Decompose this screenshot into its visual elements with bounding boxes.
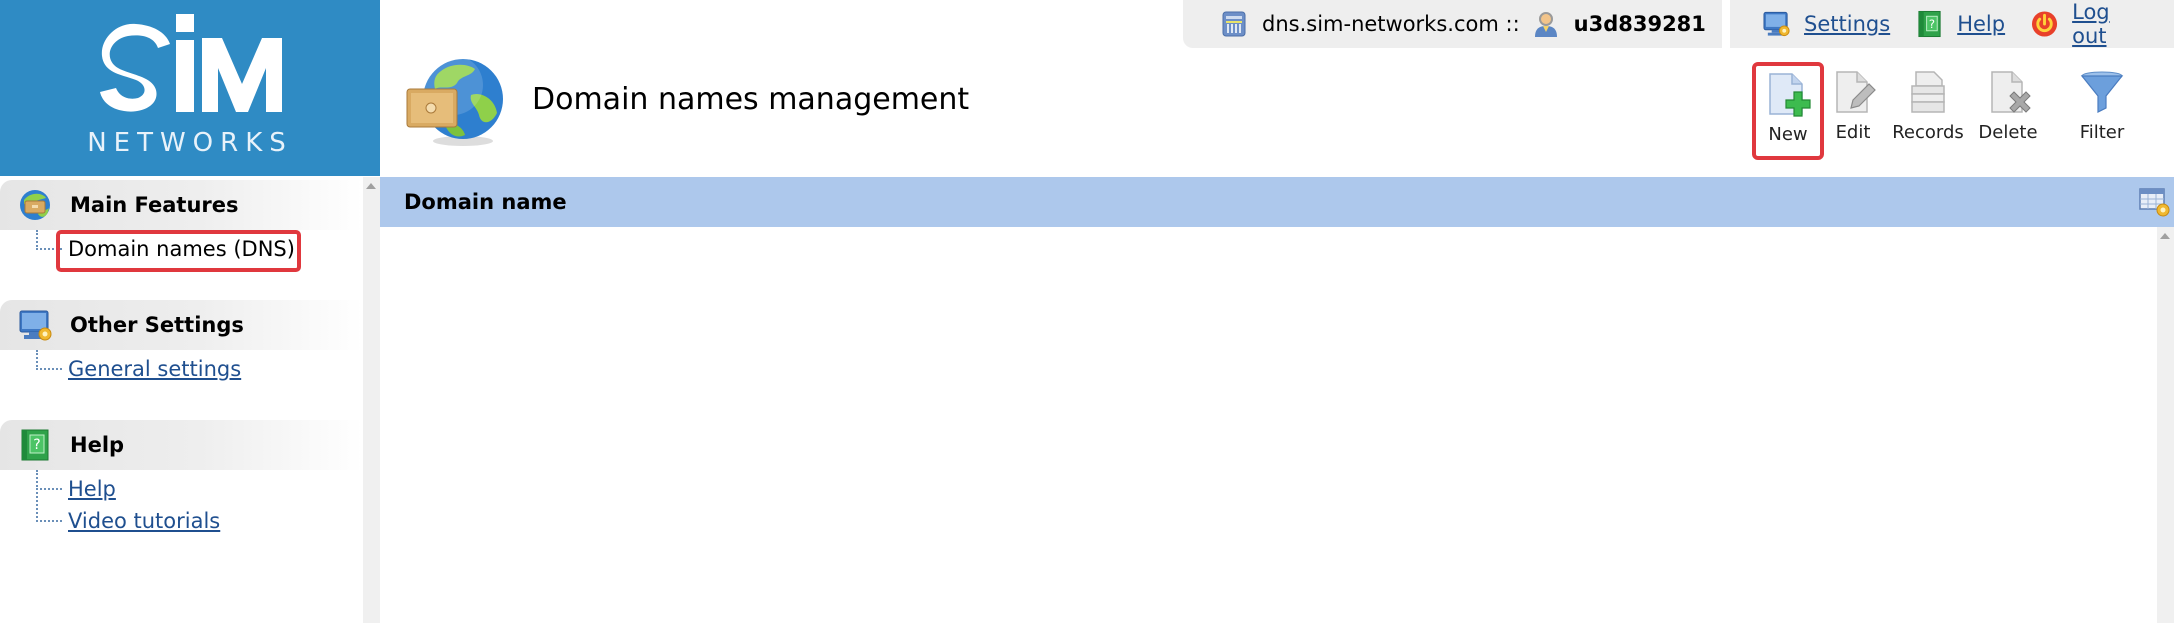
new-button[interactable]: New bbox=[1752, 62, 1824, 160]
username: u3d839281 bbox=[1573, 12, 1706, 36]
settings-link[interactable]: Settings bbox=[1804, 12, 1890, 36]
help-book-icon: ? bbox=[1918, 10, 1941, 38]
column-header-domain-name[interactable]: Domain name bbox=[404, 190, 567, 214]
monitor-settings-icon bbox=[19, 310, 52, 341]
scroll-up-arrow-icon[interactable] bbox=[366, 183, 376, 189]
section-title: Help bbox=[70, 433, 125, 457]
delete-document-icon bbox=[1991, 71, 2031, 113]
top-links-bar: Settings ? Help Log out bbox=[1730, 0, 2174, 48]
delete-button-label: Delete bbox=[1978, 122, 2038, 143]
records-button-label: Records bbox=[1892, 122, 1964, 143]
logout-link[interactable]: Log out bbox=[2072, 0, 2148, 48]
delete-button[interactable]: Delete bbox=[1972, 68, 2044, 160]
section-title: Other Settings bbox=[70, 313, 244, 337]
filter-funnel-icon bbox=[2080, 71, 2124, 113]
svg-text:?: ? bbox=[1929, 17, 1935, 31]
server-icon bbox=[1222, 11, 1246, 37]
scroll-up-arrow-icon[interactable] bbox=[2160, 233, 2170, 239]
user-icon bbox=[1534, 12, 1557, 37]
sidebar-item-label[interactable]: Help bbox=[68, 477, 116, 501]
server-name: dns.sim-networks.com :: bbox=[1262, 12, 1520, 36]
sim-logo-mark bbox=[100, 14, 282, 112]
edit-document-icon bbox=[1836, 71, 1876, 113]
edit-button-label: Edit bbox=[1835, 122, 1871, 143]
svg-text:?: ? bbox=[33, 437, 40, 453]
grid-body bbox=[380, 227, 2157, 623]
grid-settings-icon[interactable] bbox=[2138, 185, 2170, 217]
tree-connector bbox=[36, 488, 62, 522]
sidebar-scrollbar[interactable] bbox=[363, 177, 380, 623]
sidebar-section-main-features[interactable]: Main Features bbox=[0, 180, 363, 230]
monitor-settings-icon bbox=[1763, 11, 1790, 37]
globe-drawer-icon bbox=[20, 190, 50, 220]
grid-header: Domain name bbox=[380, 177, 2174, 227]
globe-drawer-icon bbox=[406, 55, 503, 146]
highlight-box bbox=[56, 230, 301, 272]
edit-button[interactable]: Edit bbox=[1817, 68, 1889, 160]
content-scrollbar[interactable] bbox=[2157, 227, 2174, 623]
sidebar-item-label[interactable]: Video tutorials bbox=[68, 509, 220, 533]
power-icon bbox=[2032, 11, 2058, 37]
section-title: Main Features bbox=[70, 193, 239, 217]
help-link[interactable]: Help bbox=[1957, 12, 2005, 36]
filter-button[interactable]: Filter bbox=[2066, 68, 2138, 160]
sidebar-item-label[interactable]: General settings bbox=[68, 357, 241, 381]
new-document-icon bbox=[1769, 73, 1811, 117]
help-book-icon: ? bbox=[21, 429, 49, 461]
sidebar-section-other-settings[interactable]: Other Settings bbox=[0, 300, 363, 350]
server-user-bar: dns.sim-networks.com :: u3d839281 bbox=[1183, 0, 1722, 48]
tree-connector bbox=[36, 470, 62, 490]
records-button[interactable]: Records bbox=[1889, 68, 1967, 160]
records-icon bbox=[1911, 71, 1945, 113]
new-button-label: New bbox=[1768, 124, 1808, 145]
filter-button-label: Filter bbox=[2079, 122, 2125, 143]
logo-subtext: NETWORKS bbox=[87, 128, 293, 158]
brand-logo[interactable]: NETWORKS bbox=[0, 0, 380, 176]
tree-connector bbox=[36, 350, 62, 370]
sidebar-section-help[interactable]: ? Help bbox=[0, 420, 363, 470]
page-title: Domain names management bbox=[532, 82, 970, 117]
